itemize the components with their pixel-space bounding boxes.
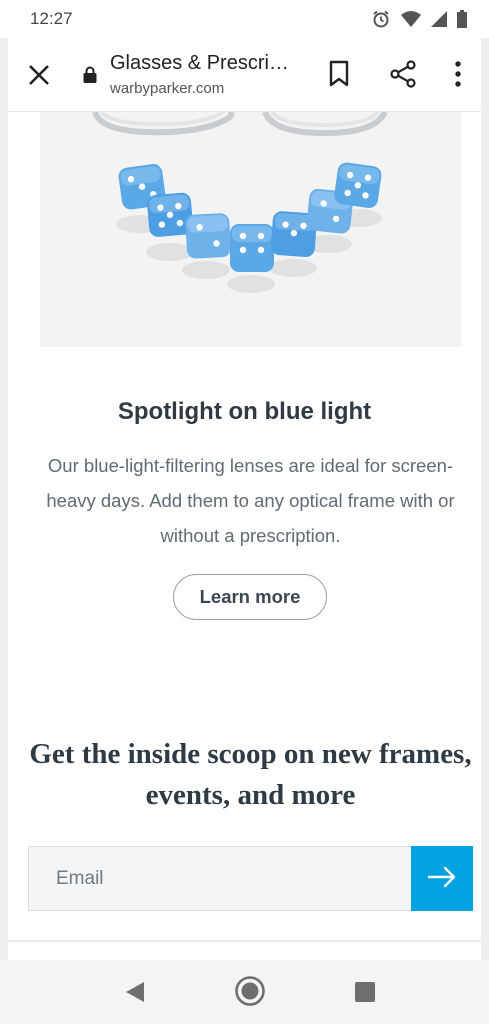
- email-submit-button[interactable]: [411, 846, 473, 911]
- page-title: Glasses & Prescri…: [110, 52, 289, 74]
- recent-apps-icon[interactable]: [354, 981, 376, 1008]
- back-icon[interactable]: [124, 980, 146, 1009]
- hero-image: [40, 112, 461, 347]
- battery-icon: [457, 10, 467, 28]
- email-input[interactable]: [28, 846, 411, 911]
- newsletter-heading: Get the inside scoop on new frames, even…: [29, 738, 472, 811]
- spotlight-title: Spotlight on blue light: [117, 398, 372, 425]
- custom-tab-toolbar: Glasses & Prescri… warbyparker.com: [8, 38, 481, 112]
- newsletter-form: [28, 846, 473, 911]
- learn-more-button[interactable]: Learn more: [173, 574, 327, 620]
- share-icon[interactable]: [389, 60, 417, 93]
- screen: 12:27 Glasses & Prescri… warbyparker.com: [0, 0, 489, 1024]
- status-icons: [371, 9, 467, 29]
- spotlight-description: Our blue-light-filtering lenses are idea…: [46, 455, 455, 546]
- page-url: warbyparker.com: [110, 80, 225, 97]
- home-icon[interactable]: [234, 975, 266, 1012]
- bookmark-icon[interactable]: [328, 60, 350, 93]
- footer-divider: [8, 940, 481, 942]
- status-time: 12:27: [30, 9, 73, 28]
- status-bar: 12:27: [0, 0, 489, 38]
- arrow-right-icon: [427, 866, 457, 891]
- dice-glasses-illustration: [92, 112, 388, 293]
- more-vert-icon[interactable]: [454, 60, 462, 93]
- left-edge: [0, 0, 8, 960]
- lock-icon: [83, 66, 97, 88]
- close-icon[interactable]: [26, 62, 52, 88]
- system-nav-bar: [0, 960, 489, 1024]
- wifi-icon: [401, 10, 421, 28]
- alarm-icon: [371, 9, 391, 29]
- right-edge: [481, 0, 489, 960]
- signal-icon: [431, 10, 447, 28]
